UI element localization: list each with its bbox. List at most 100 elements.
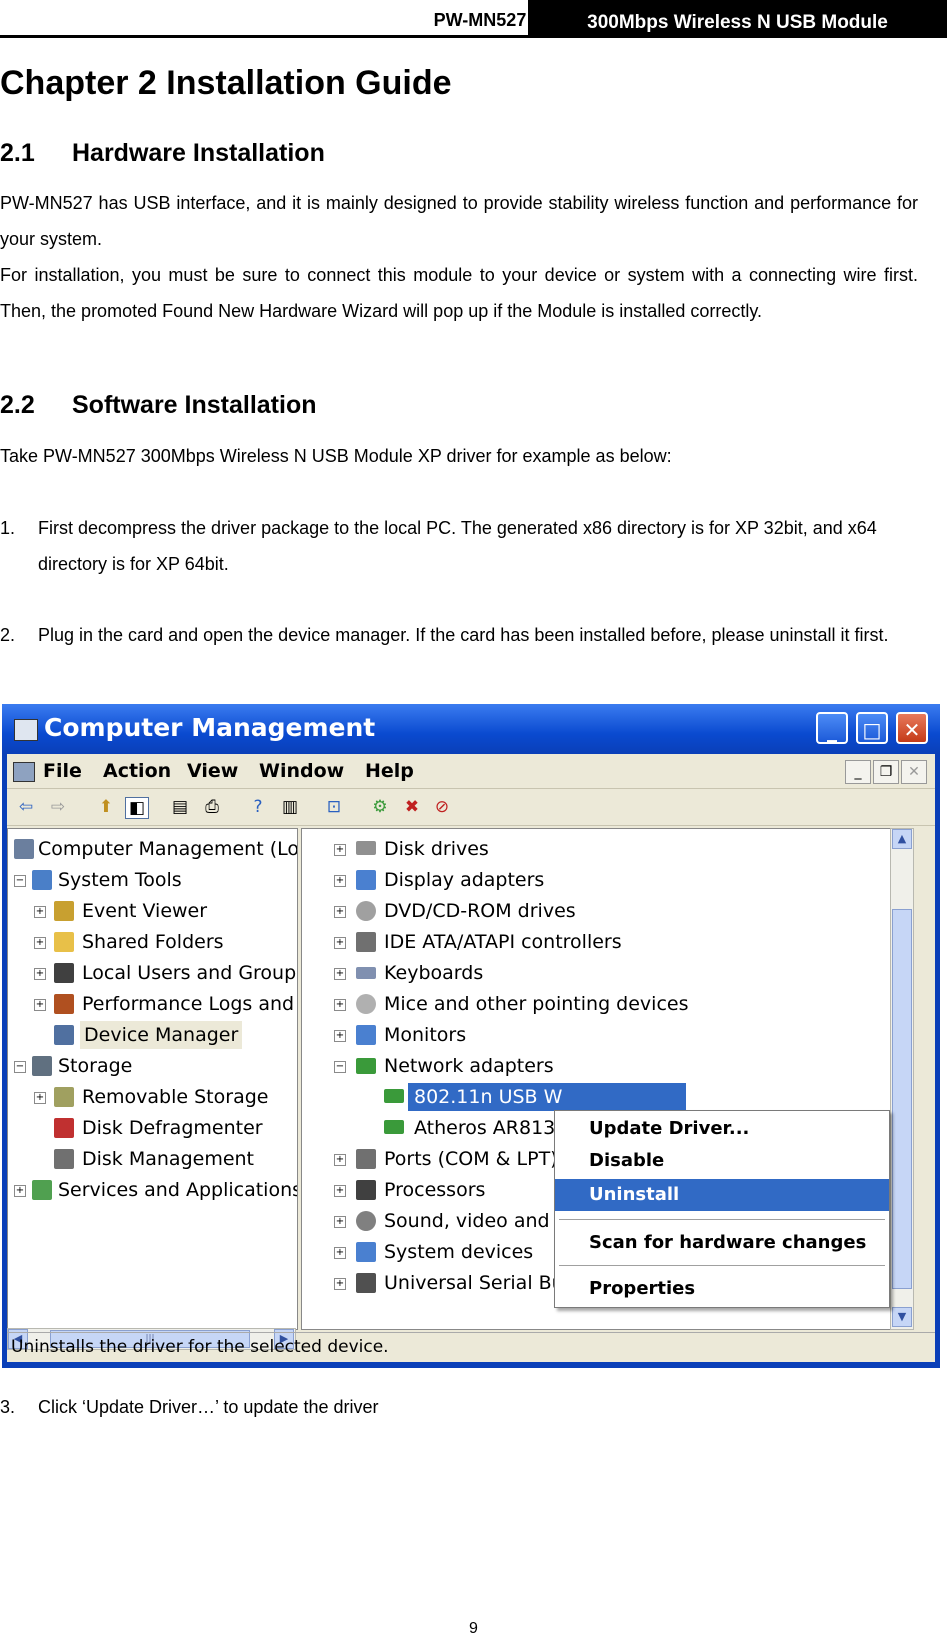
- help-topics-icon[interactable]: ▥: [279, 797, 301, 817]
- mdi-restore-button[interactable]: ❐: [873, 760, 899, 784]
- expand-icon[interactable]: +: [34, 968, 46, 980]
- menu-separator: [559, 1219, 885, 1220]
- scroll-down-icon[interactable]: ▼: [892, 1307, 912, 1327]
- expand-icon[interactable]: +: [334, 1278, 346, 1290]
- header-product: 300Mbps Wireless N USB Module: [528, 0, 947, 38]
- menu-item-update-driver[interactable]: Update Driver...: [555, 1113, 889, 1145]
- print-icon[interactable]: ⎙: [201, 797, 223, 817]
- expand-icon[interactable]: +: [334, 1154, 346, 1166]
- section-number: 2.1: [0, 139, 35, 167]
- section-number: 2.2: [0, 391, 35, 419]
- up-folder-icon[interactable]: ⬆: [95, 797, 117, 817]
- menu-item-scan[interactable]: Scan for hardware changes: [555, 1227, 889, 1259]
- status-text: Uninstalls the driver for the selected d…: [11, 1337, 389, 1357]
- section-title: Hardware Installation: [72, 139, 325, 167]
- minimize-button[interactable]: _: [816, 712, 848, 744]
- expand-icon[interactable]: +: [34, 906, 46, 918]
- expand-icon[interactable]: +: [34, 1092, 46, 1104]
- removable-storage-icon: [54, 1087, 74, 1107]
- update-driver-icon[interactable]: ⚙: [369, 797, 391, 817]
- header-rule: [0, 35, 947, 38]
- toolbar: ⇦ ⇨ ⬆ ◧ ▤ ⎙ ? ▥ ⊡ ⚙ ✖ ⊘: [7, 789, 935, 826]
- section-title: Software Installation: [72, 391, 317, 419]
- menu-item-properties[interactable]: Properties: [555, 1273, 889, 1305]
- hardware-paragraph-1: PW-MN527 has USB interface, and it is ma…: [0, 193, 918, 249]
- expand-icon[interactable]: +: [34, 937, 46, 949]
- maximize-button[interactable]: □: [856, 712, 888, 744]
- menu-item-disable[interactable]: Disable: [555, 1145, 889, 1177]
- menu-view[interactable]: View: [187, 760, 238, 782]
- section-heading-hardware: 2.1 Hardware Installation: [0, 139, 325, 168]
- expand-icon[interactable]: +: [34, 999, 46, 1011]
- section-heading-software: 2.2 Software Installation: [0, 391, 316, 420]
- expand-icon[interactable]: +: [334, 968, 346, 980]
- menu-help[interactable]: Help: [365, 760, 414, 782]
- list-text: Click ‘Update Driver…’ to update the dri…: [38, 1397, 379, 1417]
- list-number: 2.: [0, 625, 16, 645]
- close-button[interactable]: ✕: [896, 712, 928, 744]
- help-icon[interactable]: ?: [247, 797, 269, 817]
- header-model: PW-MN527: [433, 10, 527, 30]
- storage-icon: [32, 1056, 52, 1076]
- computer-icon: [14, 839, 34, 859]
- expand-icon[interactable]: +: [334, 999, 346, 1011]
- system-device-icon: [356, 1242, 376, 1262]
- menubar: File Action View Window Help _ ❐ ✕: [7, 754, 935, 789]
- display-icon: [356, 870, 376, 890]
- expand-icon[interactable]: +: [334, 1247, 346, 1259]
- window-title: Computer Management: [44, 713, 376, 742]
- scan-icon[interactable]: ⊡: [323, 797, 345, 817]
- hardware-paragraph-2: For installation, you must be sure to co…: [0, 265, 918, 321]
- collapse-icon[interactable]: −: [334, 1061, 346, 1073]
- disable-icon[interactable]: ⊘: [431, 797, 453, 817]
- properties-icon[interactable]: ▤: [169, 797, 191, 817]
- app-icon: [14, 719, 38, 741]
- mdi-minimize-button[interactable]: _: [845, 760, 871, 784]
- list-item: 3. Click ‘Update Driver…’ to update the …: [0, 1389, 918, 1425]
- forward-icon[interactable]: ⇨: [47, 797, 69, 817]
- console-tree-pane: Computer Management (Local − System Tool…: [7, 828, 298, 1330]
- menu-item-uninstall[interactable]: Uninstall: [555, 1179, 889, 1211]
- menu-action[interactable]: Action: [103, 760, 171, 782]
- mdi-close-button[interactable]: ✕: [901, 760, 927, 784]
- list-number: 3.: [0, 1397, 16, 1417]
- expand-icon[interactable]: +: [334, 1216, 346, 1228]
- list-text: Plug in the card and open the device man…: [38, 625, 889, 645]
- expand-icon[interactable]: +: [334, 844, 346, 856]
- page-number: 9: [469, 1620, 478, 1637]
- scroll-up-icon[interactable]: ▲: [892, 829, 912, 849]
- vertical-scrollbar[interactable]: ▲ ▼: [890, 828, 914, 1330]
- processor-icon: [356, 1180, 376, 1200]
- monitor-icon: [356, 1025, 376, 1045]
- menu-file[interactable]: File: [43, 760, 82, 782]
- sound-icon: [356, 1211, 376, 1231]
- uninstall-icon[interactable]: ✖: [401, 797, 423, 817]
- computer-management-screenshot: Computer Management _ □ ✕ File Action Vi…: [2, 704, 940, 1368]
- services-icon: [32, 1180, 52, 1200]
- expand-icon[interactable]: +: [334, 1030, 346, 1042]
- expand-icon[interactable]: +: [334, 1185, 346, 1197]
- scrollbar-thumb[interactable]: [892, 909, 912, 1289]
- expand-icon[interactable]: +: [334, 875, 346, 887]
- context-menu: Update Driver... Disable Uninstall Scan …: [554, 1110, 890, 1308]
- network-card-icon: [384, 1120, 404, 1134]
- expand-icon[interactable]: +: [14, 1185, 26, 1197]
- list-number: 1.: [0, 518, 16, 538]
- software-intro: Take PW-MN527 300Mbps Wireless N USB Mod…: [0, 446, 672, 466]
- defrag-icon: [54, 1118, 74, 1138]
- collapse-icon[interactable]: −: [14, 1061, 26, 1073]
- back-icon[interactable]: ⇦: [15, 797, 37, 817]
- expand-icon[interactable]: +: [334, 906, 346, 918]
- network-card-icon: [384, 1089, 404, 1103]
- menu-window[interactable]: Window: [259, 760, 344, 782]
- disk-management-icon: [54, 1149, 74, 1169]
- folder-icon: [54, 932, 74, 952]
- expand-icon[interactable]: +: [334, 937, 346, 949]
- ide-icon: [356, 932, 376, 952]
- status-bar: Uninstalls the driver for the selected d…: [7, 1332, 935, 1361]
- collapse-icon[interactable]: −: [14, 875, 26, 887]
- disk-drive-icon: [356, 841, 376, 855]
- show-hide-tree-icon[interactable]: ◧: [125, 797, 149, 819]
- mouse-icon: [356, 994, 376, 1014]
- event-viewer-icon: [54, 901, 74, 921]
